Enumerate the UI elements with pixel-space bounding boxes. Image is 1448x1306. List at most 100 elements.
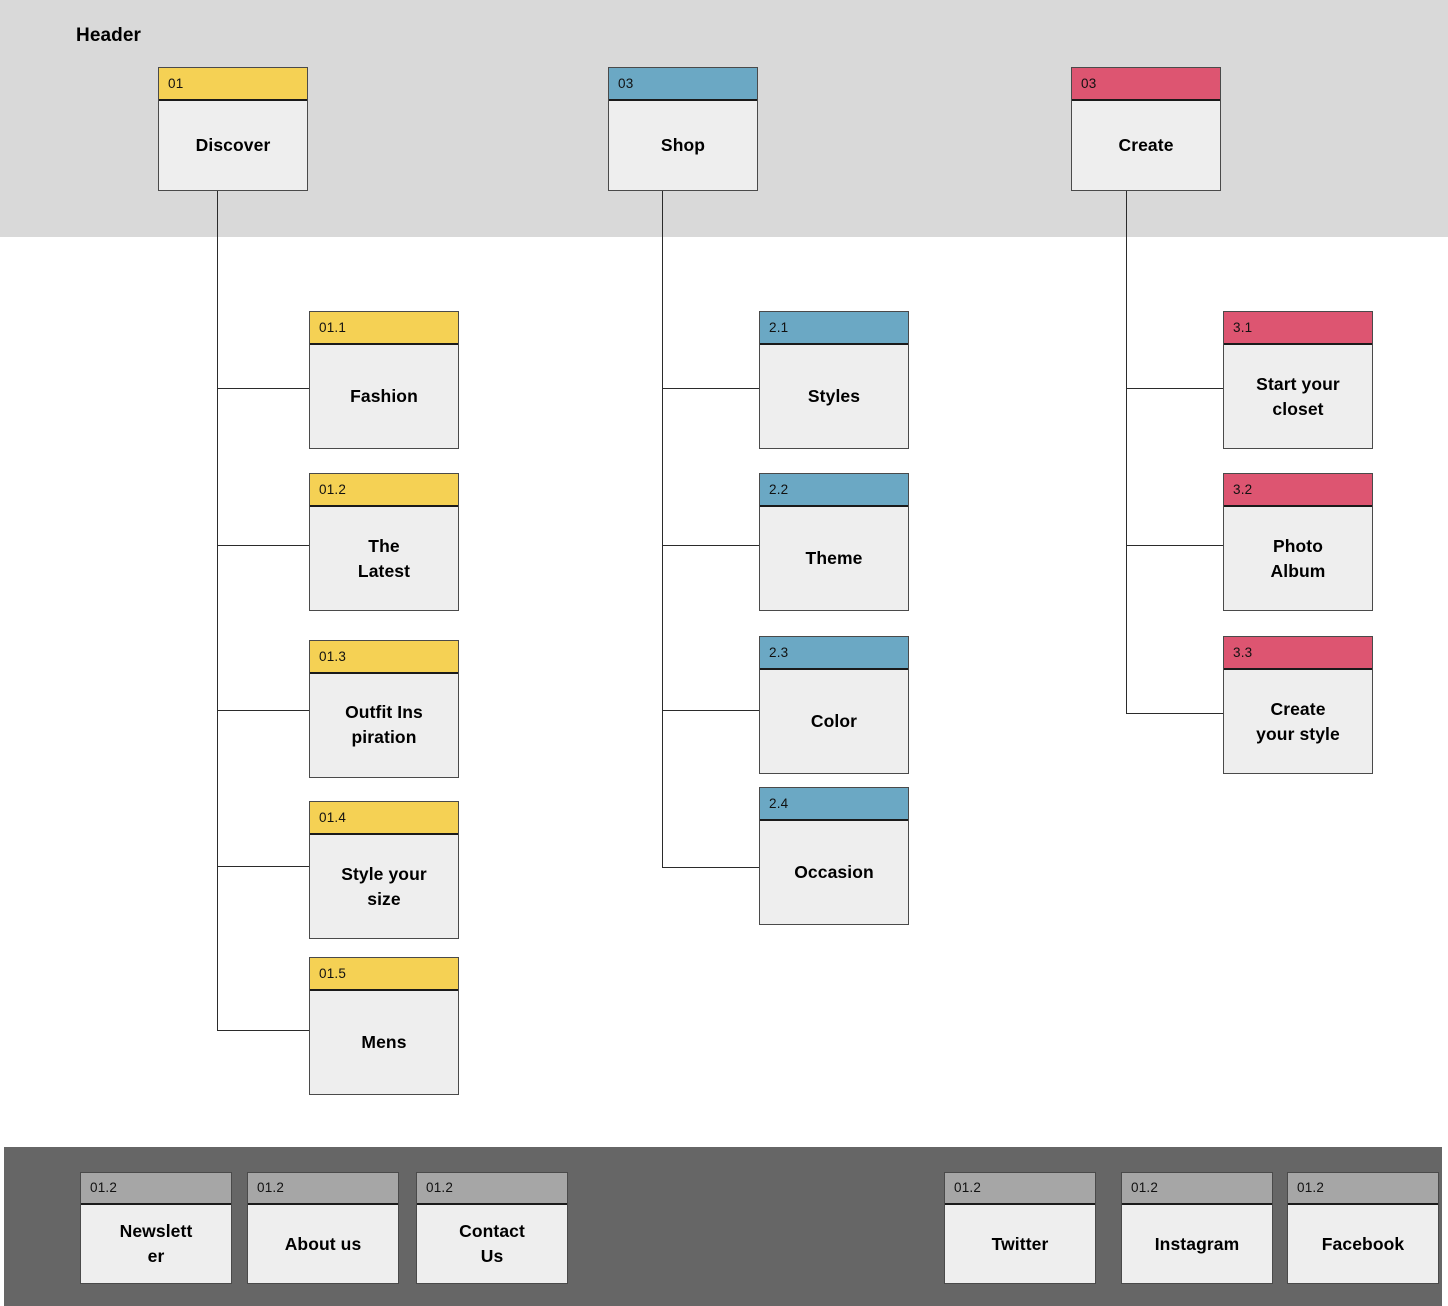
node-color[interactable]: 2.3 Color	[759, 636, 909, 774]
node-create[interactable]: 03 Create	[1071, 67, 1221, 191]
node-contact-us-body: Contact Us	[417, 1205, 567, 1283]
node-photo-album-label: Photo Album	[1270, 535, 1326, 581]
connector-shop-to-styles	[662, 388, 760, 390]
node-instagram-label: Instagram	[1154, 1233, 1240, 1254]
connector-discover-trunk	[217, 190, 219, 1031]
node-discover[interactable]: 01 Discover	[158, 67, 308, 191]
sitemap-canvas: Header 01 Discover 03 Shop 03 Create 01.…	[0, 0, 1448, 1306]
node-discover-label: Discover	[195, 135, 271, 156]
node-fashion-body: Fashion	[310, 345, 458, 448]
node-style-your-size-label: Style your size	[341, 863, 427, 909]
node-mens-code: 01.5	[319, 965, 347, 981]
node-color-label: Color	[810, 711, 858, 732]
node-create-your-style-code: 3.3	[1233, 644, 1253, 660]
node-the-latest-header: 01.2	[310, 474, 458, 507]
node-styles-code: 2.1	[769, 319, 789, 335]
node-mens-body: Mens	[310, 991, 458, 1094]
node-newsletter-body: Newsletter	[81, 1205, 231, 1283]
node-about-us-code: 01.2	[257, 1180, 285, 1196]
node-photo-album-body: Photo Album	[1224, 507, 1372, 610]
node-outfit-inspiration-body: Outfit Inspiration	[310, 674, 458, 777]
node-newsletter-code: 01.2	[90, 1180, 118, 1196]
node-occasion[interactable]: 2.4 Occasion	[759, 787, 909, 925]
connector-create-to-photo-album	[1126, 545, 1225, 547]
node-facebook-code: 01.2	[1297, 1180, 1325, 1196]
node-facebook[interactable]: 01.2 Facebook	[1287, 1172, 1439, 1284]
node-mens[interactable]: 01.5 Mens	[309, 957, 459, 1095]
node-create-your-style[interactable]: 3.3 Create your style	[1223, 636, 1373, 774]
node-photo-album-header: 3.2	[1224, 474, 1372, 507]
connector-discover-to-mens	[217, 1030, 309, 1032]
connector-shop-to-color	[662, 710, 760, 712]
node-the-latest-label: The Latest	[357, 535, 411, 581]
node-shop-code: 03	[618, 75, 634, 91]
node-twitter-code: 01.2	[954, 1180, 982, 1196]
node-about-us-header: 01.2	[248, 1173, 398, 1205]
node-contact-us[interactable]: 01.2 Contact Us	[416, 1172, 568, 1284]
node-shop-body: Shop	[609, 101, 757, 190]
connector-create-trunk	[1126, 190, 1128, 714]
node-contact-us-header: 01.2	[417, 1173, 567, 1205]
node-facebook-body: Facebook	[1288, 1205, 1438, 1283]
node-create-your-style-header: 3.3	[1224, 637, 1372, 670]
node-outfit-inspiration-header: 01.3	[310, 641, 458, 674]
node-newsletter-header: 01.2	[81, 1173, 231, 1205]
node-discover-code: 01	[168, 75, 184, 91]
node-twitter[interactable]: 01.2 Twitter	[944, 1172, 1096, 1284]
node-twitter-body: Twitter	[945, 1205, 1095, 1283]
node-outfit-inspiration-label: Outfit Inspiration	[345, 702, 423, 747]
node-outfit-inspiration[interactable]: 01.3 Outfit Inspiration	[309, 640, 459, 778]
node-start-your-closet-code: 3.1	[1233, 319, 1253, 335]
node-color-code: 2.3	[769, 644, 789, 660]
node-newsletter[interactable]: 01.2 Newsletter	[80, 1172, 232, 1284]
node-style-your-size-header: 01.4	[310, 802, 458, 835]
node-instagram-header: 01.2	[1122, 1173, 1272, 1205]
node-create-code: 03	[1081, 75, 1097, 91]
node-create-your-style-label: Create your style	[1256, 698, 1340, 744]
node-shop[interactable]: 03 Shop	[608, 67, 758, 191]
node-style-your-size-body: Style your size	[310, 835, 458, 938]
node-fashion[interactable]: 01.1 Fashion	[309, 311, 459, 449]
node-the-latest-code: 01.2	[319, 481, 347, 497]
connector-shop-to-theme	[662, 545, 760, 547]
node-the-latest[interactable]: 01.2 The Latest	[309, 473, 459, 611]
node-instagram-code: 01.2	[1131, 1180, 1159, 1196]
node-the-latest-body: The Latest	[310, 507, 458, 610]
node-color-header: 2.3	[760, 637, 908, 670]
node-create-body: Create	[1072, 101, 1220, 190]
connector-discover-to-the-latest	[217, 545, 309, 547]
node-fashion-header: 01.1	[310, 312, 458, 345]
node-photo-album-code: 3.2	[1233, 481, 1253, 497]
node-contact-us-code: 01.2	[426, 1180, 454, 1196]
node-styles-body: Styles	[760, 345, 908, 448]
header-band-label: Header	[76, 25, 142, 46]
node-instagram-body: Instagram	[1122, 1205, 1272, 1283]
node-create-label: Create	[1118, 135, 1174, 156]
node-color-body: Color	[760, 670, 908, 773]
connector-discover-to-style-your-size	[217, 866, 309, 868]
node-discover-body: Discover	[159, 101, 307, 190]
node-create-header: 03	[1072, 68, 1220, 101]
node-occasion-header: 2.4	[760, 788, 908, 821]
node-instagram[interactable]: 01.2 Instagram	[1121, 1172, 1273, 1284]
node-theme[interactable]: 2.2 Theme	[759, 473, 909, 611]
node-styles-label: Styles	[807, 386, 861, 407]
node-start-your-closet-header: 3.1	[1224, 312, 1372, 345]
node-occasion-body: Occasion	[760, 821, 908, 924]
node-mens-label: Mens	[361, 1032, 407, 1053]
node-styles[interactable]: 2.1 Styles	[759, 311, 909, 449]
node-occasion-label: Occasion	[794, 862, 874, 883]
connector-discover-to-outfit-inspiration	[217, 710, 309, 712]
connector-discover-to-fashion	[217, 388, 309, 390]
node-facebook-header: 01.2	[1288, 1173, 1438, 1205]
node-fashion-code: 01.1	[319, 319, 347, 335]
node-occasion-code: 2.4	[769, 795, 789, 811]
node-newsletter-label: Newsletter	[119, 1221, 193, 1266]
node-start-your-closet[interactable]: 3.1 Start your closet	[1223, 311, 1373, 449]
node-about-us[interactable]: 01.2 About us	[247, 1172, 399, 1284]
node-style-your-size[interactable]: 01.4 Style your size	[309, 801, 459, 939]
connector-shop-trunk	[662, 190, 664, 868]
connector-shop-to-occasion	[662, 867, 760, 869]
node-photo-album[interactable]: 3.2 Photo Album	[1223, 473, 1373, 611]
node-about-us-label: About us	[284, 1233, 362, 1254]
